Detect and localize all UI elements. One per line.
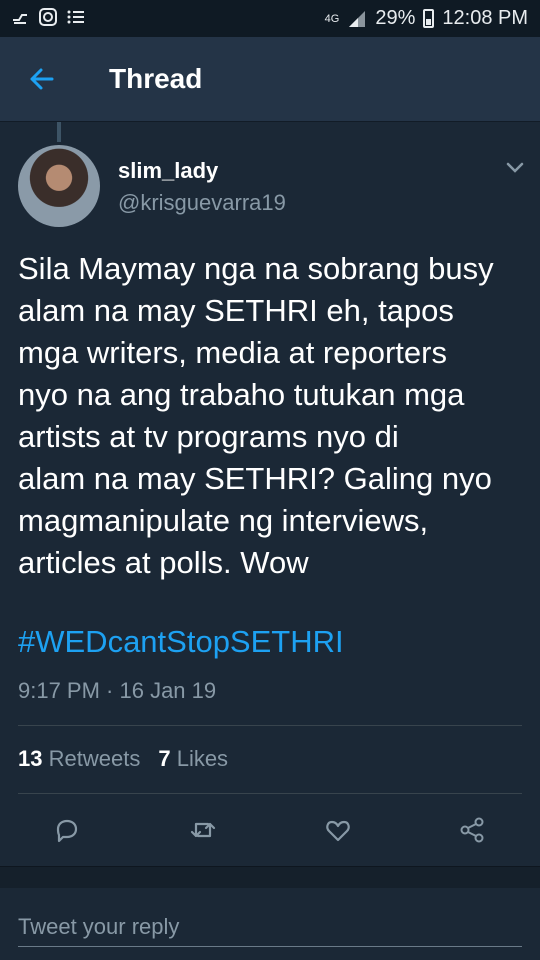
tweet-text: Sila Maymay nga na sobrang busy alam na … xyxy=(18,251,494,580)
list-icon xyxy=(67,10,84,24)
user-handle[interactable]: @krisguevarra19 xyxy=(118,190,286,216)
thread-connector xyxy=(57,122,61,142)
section-gap xyxy=(0,866,540,889)
back-arrow-icon[interactable] xyxy=(24,61,60,97)
chevron-down-icon[interactable] xyxy=(503,158,527,178)
reply-icon xyxy=(56,819,78,843)
download-icon xyxy=(13,14,27,24)
divider xyxy=(18,793,522,794)
like-label: Likes xyxy=(176,746,229,771)
reply-button[interactable] xyxy=(47,810,87,850)
retweet-label: Retweets xyxy=(48,746,141,771)
battery-icon xyxy=(423,9,435,28)
reply-input[interactable] xyxy=(18,908,522,947)
status-right-icons: 4G 29% 12:08 PM xyxy=(325,7,528,30)
retweets-stat[interactable]: 13 Retweets xyxy=(18,746,140,772)
share-button[interactable] xyxy=(452,810,492,850)
retweet-count: 13 xyxy=(18,746,43,771)
network-type: 4G xyxy=(324,12,340,25)
like-count: 7 xyxy=(158,746,171,771)
instagram-icon xyxy=(39,8,57,26)
divider xyxy=(18,725,522,726)
avatar[interactable] xyxy=(18,145,100,227)
action-bar xyxy=(0,810,540,850)
page-title: Thread xyxy=(109,63,203,94)
signal-icon xyxy=(349,10,366,27)
retweet-icon xyxy=(190,822,216,838)
likes-stat[interactable]: 7 Likes xyxy=(158,746,228,772)
battery-percent: 29% xyxy=(375,7,416,29)
share-icon xyxy=(460,817,484,843)
status-bar: 4G 29% 12:08 PM xyxy=(0,0,540,37)
like-icon xyxy=(326,820,350,842)
retweet-button[interactable] xyxy=(183,810,223,850)
like-button[interactable] xyxy=(318,810,358,850)
tweet-timestamp: 9:17 PM · 16 Jan 19 xyxy=(18,678,217,703)
status-left-icons xyxy=(10,7,86,27)
clock: 12:08 PM xyxy=(442,7,528,29)
app-header: Thread xyxy=(0,37,540,122)
engagement-stats: 13 Retweets 7 Likes xyxy=(18,746,228,772)
hashtag-link[interactable]: #WEDcantStopSETHRI xyxy=(18,624,344,660)
display-name[interactable]: slim_lady xyxy=(118,158,218,184)
